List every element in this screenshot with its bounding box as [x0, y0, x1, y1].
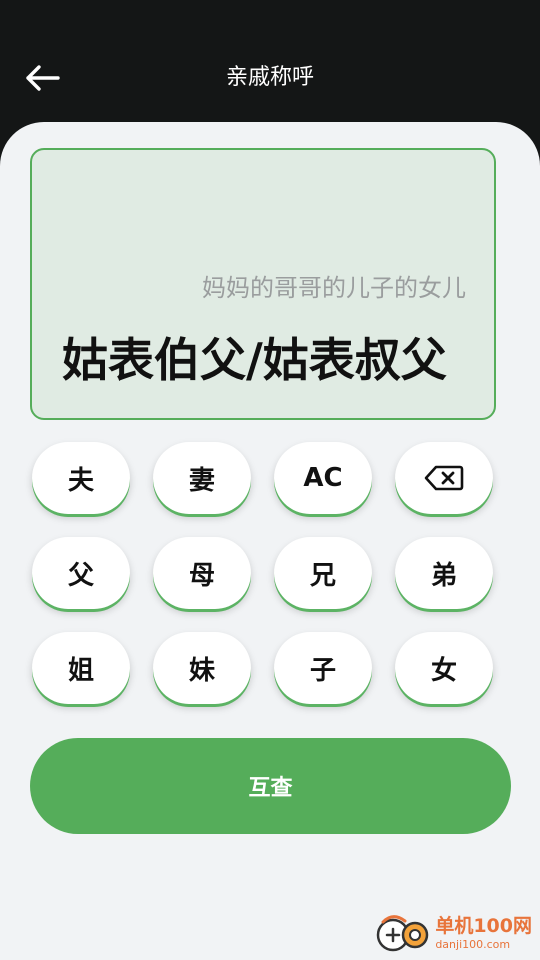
key-backspace[interactable] [395, 442, 493, 514]
key-son[interactable]: 子 [274, 632, 372, 704]
key-husband[interactable]: 夫 [32, 442, 130, 514]
watermark-url: danji100.com [435, 937, 511, 951]
key-clear[interactable]: AC [274, 442, 372, 514]
key-mother[interactable]: 母 [153, 537, 251, 609]
key-elder-brother[interactable]: 兄 [274, 537, 372, 609]
watermark-logo-icon [375, 913, 431, 953]
key-wife[interactable]: 妻 [153, 442, 251, 514]
relation-result: 姑表伯父/姑表叔父 [62, 333, 447, 387]
watermark: 单机100网 danji100.com [375, 910, 532, 956]
page-title: 亲戚称呼 [225, 65, 314, 90]
key-younger-brother[interactable]: 弟 [395, 537, 493, 609]
key-daughter[interactable]: 女 [395, 632, 493, 704]
key-elder-sister[interactable]: 姐 [32, 632, 130, 704]
result-display: 妈妈的哥哥的儿子的女儿 姑表伯父/姑表叔父 [30, 148, 496, 420]
backspace-icon [424, 465, 464, 491]
watermark-title: 单机100网 [435, 914, 532, 937]
key-younger-sister[interactable]: 妹 [153, 632, 251, 704]
key-father[interactable]: 父 [32, 537, 130, 609]
top-bar: 亲戚称呼 [0, 0, 540, 125]
relation-expression: 妈妈的哥哥的儿子的女儿 [202, 274, 466, 302]
mutual-query-button[interactable]: 互查 [30, 738, 511, 834]
